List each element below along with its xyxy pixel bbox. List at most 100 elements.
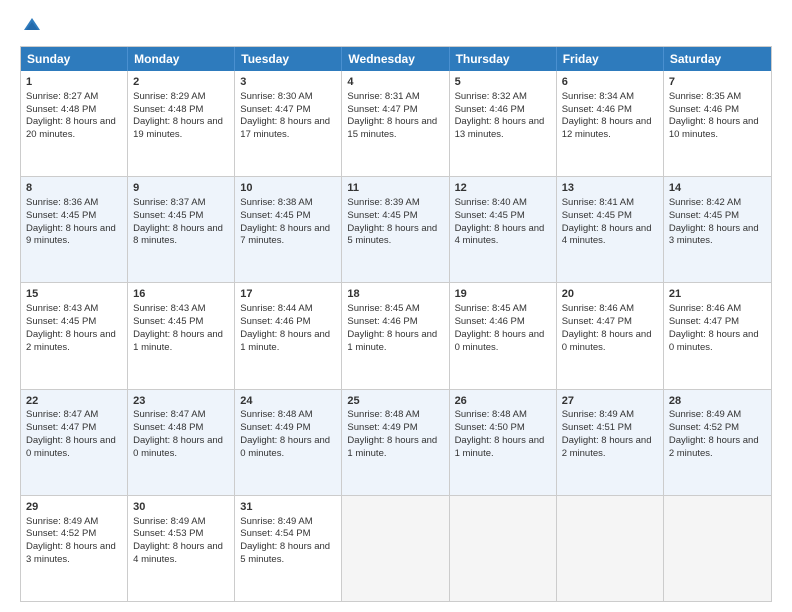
- day-number: 22: [26, 394, 122, 409]
- day-number: 10: [240, 181, 336, 196]
- day-number: 26: [455, 394, 551, 409]
- calendar-cell: 12Sunrise: 8:40 AM Sunset: 4:45 PM Dayli…: [450, 177, 557, 282]
- day-number: 25: [347, 394, 443, 409]
- day-info: Sunrise: 8:31 AM Sunset: 4:47 PM Dayligh…: [347, 91, 437, 140]
- header: [20, 16, 772, 36]
- calendar-cell: [557, 496, 664, 601]
- day-number: 8: [26, 181, 122, 196]
- day-number: 11: [347, 181, 443, 196]
- day-number: 7: [669, 75, 766, 90]
- day-number: 3: [240, 75, 336, 90]
- logo-icon: [22, 16, 42, 36]
- calendar-cell: 21Sunrise: 8:46 AM Sunset: 4:47 PM Dayli…: [664, 283, 771, 388]
- logo: [20, 16, 42, 36]
- day-number: 2: [133, 75, 229, 90]
- weekday-header-monday: Monday: [128, 47, 235, 71]
- day-info: Sunrise: 8:41 AM Sunset: 4:45 PM Dayligh…: [562, 197, 652, 246]
- calendar-row-4: 22Sunrise: 8:47 AM Sunset: 4:47 PM Dayli…: [21, 389, 771, 495]
- calendar-cell: 10Sunrise: 8:38 AM Sunset: 4:45 PM Dayli…: [235, 177, 342, 282]
- calendar-cell: 9Sunrise: 8:37 AM Sunset: 4:45 PM Daylig…: [128, 177, 235, 282]
- day-info: Sunrise: 8:46 AM Sunset: 4:47 PM Dayligh…: [562, 303, 652, 352]
- calendar-cell: 14Sunrise: 8:42 AM Sunset: 4:45 PM Dayli…: [664, 177, 771, 282]
- day-info: Sunrise: 8:39 AM Sunset: 4:45 PM Dayligh…: [347, 197, 437, 246]
- day-info: Sunrise: 8:29 AM Sunset: 4:48 PM Dayligh…: [133, 91, 223, 140]
- day-number: 13: [562, 181, 658, 196]
- calendar-cell: 7Sunrise: 8:35 AM Sunset: 4:46 PM Daylig…: [664, 71, 771, 176]
- day-number: 24: [240, 394, 336, 409]
- calendar-cell: 20Sunrise: 8:46 AM Sunset: 4:47 PM Dayli…: [557, 283, 664, 388]
- calendar: SundayMondayTuesdayWednesdayThursdayFrid…: [20, 46, 772, 602]
- day-info: Sunrise: 8:32 AM Sunset: 4:46 PM Dayligh…: [455, 91, 545, 140]
- calendar-cell: [450, 496, 557, 601]
- calendar-cell: 23Sunrise: 8:47 AM Sunset: 4:48 PM Dayli…: [128, 390, 235, 495]
- weekday-header-saturday: Saturday: [664, 47, 771, 71]
- calendar-cell: 29Sunrise: 8:49 AM Sunset: 4:52 PM Dayli…: [21, 496, 128, 601]
- day-info: Sunrise: 8:35 AM Sunset: 4:46 PM Dayligh…: [669, 91, 759, 140]
- calendar-cell: 27Sunrise: 8:49 AM Sunset: 4:51 PM Dayli…: [557, 390, 664, 495]
- day-info: Sunrise: 8:49 AM Sunset: 4:54 PM Dayligh…: [240, 516, 330, 565]
- day-info: Sunrise: 8:47 AM Sunset: 4:48 PM Dayligh…: [133, 409, 223, 458]
- day-number: 1: [26, 75, 122, 90]
- day-number: 15: [26, 287, 122, 302]
- day-info: Sunrise: 8:48 AM Sunset: 4:50 PM Dayligh…: [455, 409, 545, 458]
- calendar-header: SundayMondayTuesdayWednesdayThursdayFrid…: [21, 47, 771, 71]
- day-number: 23: [133, 394, 229, 409]
- weekday-header-tuesday: Tuesday: [235, 47, 342, 71]
- day-info: Sunrise: 8:45 AM Sunset: 4:46 PM Dayligh…: [455, 303, 545, 352]
- calendar-cell: 11Sunrise: 8:39 AM Sunset: 4:45 PM Dayli…: [342, 177, 449, 282]
- calendar-cell: 25Sunrise: 8:48 AM Sunset: 4:49 PM Dayli…: [342, 390, 449, 495]
- calendar-row-3: 15Sunrise: 8:43 AM Sunset: 4:45 PM Dayli…: [21, 282, 771, 388]
- day-number: 27: [562, 394, 658, 409]
- calendar-cell: 3Sunrise: 8:30 AM Sunset: 4:47 PM Daylig…: [235, 71, 342, 176]
- day-number: 19: [455, 287, 551, 302]
- day-info: Sunrise: 8:47 AM Sunset: 4:47 PM Dayligh…: [26, 409, 116, 458]
- calendar-cell: 4Sunrise: 8:31 AM Sunset: 4:47 PM Daylig…: [342, 71, 449, 176]
- day-number: 5: [455, 75, 551, 90]
- calendar-cell: 15Sunrise: 8:43 AM Sunset: 4:45 PM Dayli…: [21, 283, 128, 388]
- day-number: 6: [562, 75, 658, 90]
- day-number: 31: [240, 500, 336, 515]
- calendar-row-1: 1Sunrise: 8:27 AM Sunset: 4:48 PM Daylig…: [21, 71, 771, 176]
- day-number: 28: [669, 394, 766, 409]
- calendar-cell: [342, 496, 449, 601]
- calendar-cell: 16Sunrise: 8:43 AM Sunset: 4:45 PM Dayli…: [128, 283, 235, 388]
- day-info: Sunrise: 8:49 AM Sunset: 4:52 PM Dayligh…: [669, 409, 759, 458]
- day-number: 12: [455, 181, 551, 196]
- day-number: 29: [26, 500, 122, 515]
- day-info: Sunrise: 8:43 AM Sunset: 4:45 PM Dayligh…: [26, 303, 116, 352]
- day-number: 18: [347, 287, 443, 302]
- day-info: Sunrise: 8:48 AM Sunset: 4:49 PM Dayligh…: [240, 409, 330, 458]
- day-number: 21: [669, 287, 766, 302]
- calendar-cell: 6Sunrise: 8:34 AM Sunset: 4:46 PM Daylig…: [557, 71, 664, 176]
- day-info: Sunrise: 8:38 AM Sunset: 4:45 PM Dayligh…: [240, 197, 330, 246]
- calendar-cell: 13Sunrise: 8:41 AM Sunset: 4:45 PM Dayli…: [557, 177, 664, 282]
- day-number: 4: [347, 75, 443, 90]
- day-info: Sunrise: 8:49 AM Sunset: 4:52 PM Dayligh…: [26, 516, 116, 565]
- calendar-cell: 18Sunrise: 8:45 AM Sunset: 4:46 PM Dayli…: [342, 283, 449, 388]
- calendar-cell: 26Sunrise: 8:48 AM Sunset: 4:50 PM Dayli…: [450, 390, 557, 495]
- day-info: Sunrise: 8:44 AM Sunset: 4:46 PM Dayligh…: [240, 303, 330, 352]
- weekday-header-thursday: Thursday: [450, 47, 557, 71]
- calendar-cell: 2Sunrise: 8:29 AM Sunset: 4:48 PM Daylig…: [128, 71, 235, 176]
- calendar-cell: 30Sunrise: 8:49 AM Sunset: 4:53 PM Dayli…: [128, 496, 235, 601]
- day-info: Sunrise: 8:30 AM Sunset: 4:47 PM Dayligh…: [240, 91, 330, 140]
- day-number: 14: [669, 181, 766, 196]
- calendar-cell: 5Sunrise: 8:32 AM Sunset: 4:46 PM Daylig…: [450, 71, 557, 176]
- calendar-cell: 24Sunrise: 8:48 AM Sunset: 4:49 PM Dayli…: [235, 390, 342, 495]
- day-info: Sunrise: 8:49 AM Sunset: 4:53 PM Dayligh…: [133, 516, 223, 565]
- calendar-cell: 8Sunrise: 8:36 AM Sunset: 4:45 PM Daylig…: [21, 177, 128, 282]
- calendar-cell: 17Sunrise: 8:44 AM Sunset: 4:46 PM Dayli…: [235, 283, 342, 388]
- weekday-header-wednesday: Wednesday: [342, 47, 449, 71]
- day-number: 16: [133, 287, 229, 302]
- day-info: Sunrise: 8:37 AM Sunset: 4:45 PM Dayligh…: [133, 197, 223, 246]
- weekday-header-friday: Friday: [557, 47, 664, 71]
- day-number: 17: [240, 287, 336, 302]
- day-info: Sunrise: 8:49 AM Sunset: 4:51 PM Dayligh…: [562, 409, 652, 458]
- day-number: 30: [133, 500, 229, 515]
- calendar-cell: 31Sunrise: 8:49 AM Sunset: 4:54 PM Dayli…: [235, 496, 342, 601]
- day-number: 20: [562, 287, 658, 302]
- calendar-cell: 19Sunrise: 8:45 AM Sunset: 4:46 PM Dayli…: [450, 283, 557, 388]
- calendar-cell: 28Sunrise: 8:49 AM Sunset: 4:52 PM Dayli…: [664, 390, 771, 495]
- day-info: Sunrise: 8:45 AM Sunset: 4:46 PM Dayligh…: [347, 303, 437, 352]
- calendar-cell: [664, 496, 771, 601]
